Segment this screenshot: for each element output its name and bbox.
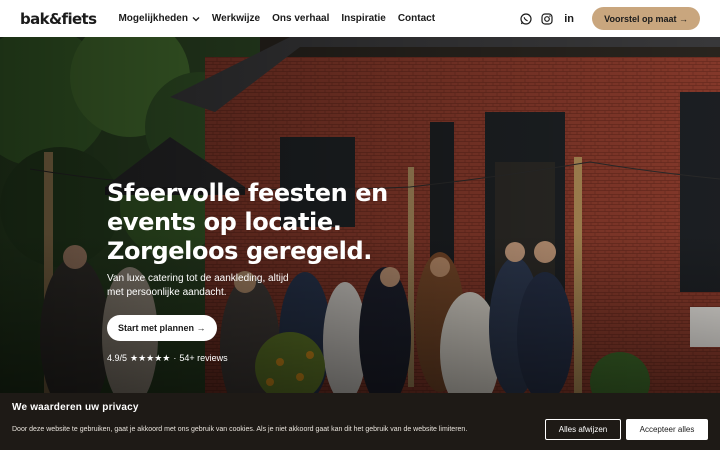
custom-proposal-button[interactable]: Voorstel op maat → [592, 7, 700, 30]
header-actions: in Voorstel op maat → [512, 7, 700, 30]
hero-subtitle: Van luxe catering tot de aankleding, alt… [107, 273, 289, 298]
cookie-text: Door deze website te gebruiken, gaat je … [12, 426, 468, 433]
cookie-banner: We waarderen uw privacy Door deze websit… [0, 393, 720, 450]
reject-all-button[interactable]: Alles afwijzen [545, 419, 621, 440]
nav-item-label: Mogelijkheden [118, 13, 188, 24]
hero-content: Sfeervolle feesten en events op locatie.… [107, 179, 407, 364]
cookie-row: Door deze website te gebruiken, gaat je … [12, 419, 708, 440]
hero-title-line: Sfeervolle feesten en [107, 179, 388, 207]
nav-item-werkwijze[interactable]: Werkwijze [212, 13, 260, 24]
nav-item-ons-verhaal[interactable]: Ons verhaal [272, 13, 329, 24]
linkedin-icon[interactable]: in [562, 12, 576, 26]
nav-item-inspiratie[interactable]: Inspiratie [341, 13, 385, 24]
rating-score: 4.9/5 [107, 353, 128, 363]
nav-item-mogelijkheden[interactable]: Mogelijkheden [118, 13, 200, 24]
start-planning-button[interactable]: Start met plannen → [107, 315, 217, 341]
instagram-icon[interactable] [540, 12, 554, 26]
accept-all-button[interactable]: Accepteer alles [626, 419, 708, 440]
hero-title: Sfeervolle feesten en events op locatie.… [107, 179, 407, 266]
chevron-down-icon [192, 16, 200, 22]
hero-section: Sfeervolle feesten en events op locatie.… [0, 37, 720, 393]
rating-separator: · [173, 353, 177, 363]
hero-title-line: events op locatie. [107, 208, 342, 236]
logo[interactable]: bak&fiets [20, 10, 97, 28]
whatsapp-icon[interactable] [519, 12, 533, 26]
cookie-title: We waarderen uw privacy [12, 402, 139, 413]
hero-title-line: Zorgeloos geregeld. [107, 237, 372, 265]
site-header: bak&fiets Mogelijkheden Werkwijze Ons ve… [0, 0, 720, 37]
review-rating: 4.9/5 ★★★★★ · 54+ reviews [107, 353, 407, 364]
rating-stars: ★★★★★ [130, 353, 171, 363]
nav-item-contact[interactable]: Contact [398, 13, 435, 24]
main-nav: Mogelijkheden Werkwijze Ons verhaal Insp… [118, 13, 447, 24]
rating-reviews: 54+ reviews [179, 353, 228, 363]
